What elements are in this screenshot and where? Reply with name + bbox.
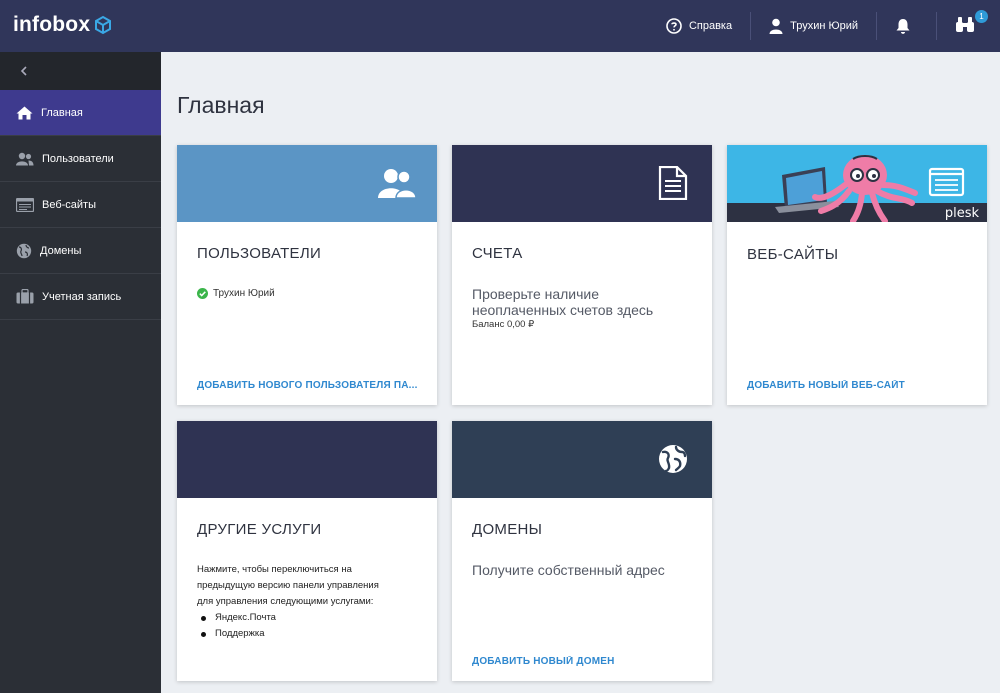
- card-title: СЧЕТА: [472, 245, 523, 262]
- logo-text: infobox: [13, 13, 91, 36]
- websites-card: plesk ВЕБ-САЙТЫ ДОБАВИТЬ НОВЫЙ ВЕБ-САЙТ: [727, 145, 987, 405]
- user-icon: [769, 18, 783, 34]
- services-list: Яндекс.Почта Поддержка: [201, 610, 387, 642]
- sidebar-item-domains[interactable]: Домены: [0, 228, 161, 274]
- cube-icon: [95, 15, 112, 35]
- card-header: [452, 145, 712, 222]
- add-website-link[interactable]: ДОБАВИТЬ НОВЫЙ ВЕБ-САЙТ: [747, 380, 905, 391]
- invoices-text: Проверьте наличие неоплаченных счетов зд…: [472, 286, 654, 318]
- sidebar-item-websites[interactable]: Веб-сайты: [0, 182, 161, 228]
- briefcase-icon: [16, 289, 34, 304]
- bell-icon: [896, 18, 910, 34]
- sidebar-item-label: Учетная запись: [42, 290, 122, 303]
- help-label: Справка: [688, 20, 733, 32]
- card-header: [452, 421, 712, 498]
- globe-icon: [659, 445, 687, 473]
- document-icon: [658, 166, 688, 200]
- balance-text: Баланс 0,00 ₽: [472, 319, 535, 330]
- top-bar: infobox Справка Трухин Юрий 1: [0, 0, 1000, 52]
- description-text: Нажмите, чтобы переключиться на предыдущ…: [197, 564, 379, 607]
- page-title: Главная: [177, 92, 265, 118]
- sidebar-item-label: Веб-сайты: [42, 198, 97, 211]
- other-services-description: Нажмите, чтобы переключиться на предыдущ…: [197, 562, 387, 642]
- logo[interactable]: infobox: [13, 13, 113, 37]
- sidebar: Главная Пользователи Веб-сайты Домены Уч…: [0, 52, 161, 693]
- list-item: Яндекс.Почта: [201, 610, 387, 626]
- user-entry[interactable]: Трухин Юрий: [197, 288, 275, 299]
- add-domain-link[interactable]: ДОБАВИТЬ НОВЫЙ ДОМЕН: [472, 656, 615, 667]
- card-header: plesk: [727, 145, 987, 222]
- plesk-label: plesk: [944, 206, 979, 221]
- collapse-sidebar-button[interactable]: [0, 52, 161, 90]
- card-title: ДОМЕНЫ: [472, 521, 543, 538]
- websites-icon: [16, 197, 34, 212]
- discover-button[interactable]: 1: [937, 0, 1000, 52]
- help-icon: [666, 18, 682, 34]
- other-services-card: ДРУГИЕ УСЛУГИ Нажмите, чтобы переключить…: [177, 421, 437, 681]
- sidebar-item-label: Домены: [40, 244, 82, 257]
- sidebar-item-home[interactable]: Главная: [0, 90, 161, 136]
- list-item: Поддержка: [201, 626, 387, 642]
- add-user-link[interactable]: ДОБАВИТЬ НОВОГО ПОЛЬЗОВАТЕЛЯ ПА...: [197, 380, 418, 391]
- invoices-card: СЧЕТА Проверьте наличие неоплаченных сче…: [452, 145, 712, 405]
- invoices-info: Проверьте наличие неоплаченных счетов зд…: [472, 286, 692, 330]
- users-icon: [378, 169, 417, 199]
- card-title: ДРУГИЕ УСЛУГИ: [197, 521, 322, 538]
- users-card: ПОЛЬЗОВАТЕЛИ Трухин Юрий ДОБАВИТЬ НОВОГО…: [177, 145, 437, 405]
- card-title: ВЕБ-САЙТЫ: [747, 246, 839, 263]
- notification-badge: 1: [975, 10, 988, 23]
- user-name: Трухин Юрий: [790, 20, 858, 32]
- notifications-button[interactable]: [877, 0, 936, 52]
- home-icon: [16, 106, 33, 119]
- binoculars-wrap: 1: [955, 10, 988, 36]
- user-menu-button[interactable]: Трухин Юрий: [751, 0, 876, 52]
- chevron-left-icon: [20, 66, 27, 76]
- domains-card: ДОМЕНЫ Получите собственный адрес ДОБАВИ…: [452, 421, 712, 681]
- users-icon: [16, 152, 34, 165]
- user-name: Трухин Юрий: [213, 288, 275, 299]
- domains-text: Получите собственный адрес: [472, 562, 665, 578]
- globe-icon: [16, 243, 32, 258]
- card-header: [177, 421, 437, 498]
- card-title: ПОЛЬЗОВАТЕЛИ: [197, 245, 322, 262]
- sidebar-item-label: Пользователи: [42, 152, 114, 165]
- binoculars-icon: [956, 17, 974, 32]
- sidebar-item-label: Главная: [41, 106, 83, 119]
- help-button[interactable]: Справка: [648, 0, 750, 52]
- card-header: [177, 145, 437, 222]
- sidebar-item-account[interactable]: Учетная запись: [0, 274, 161, 320]
- check-circle-icon: [197, 288, 208, 299]
- sidebar-item-users[interactable]: Пользователи: [0, 136, 161, 182]
